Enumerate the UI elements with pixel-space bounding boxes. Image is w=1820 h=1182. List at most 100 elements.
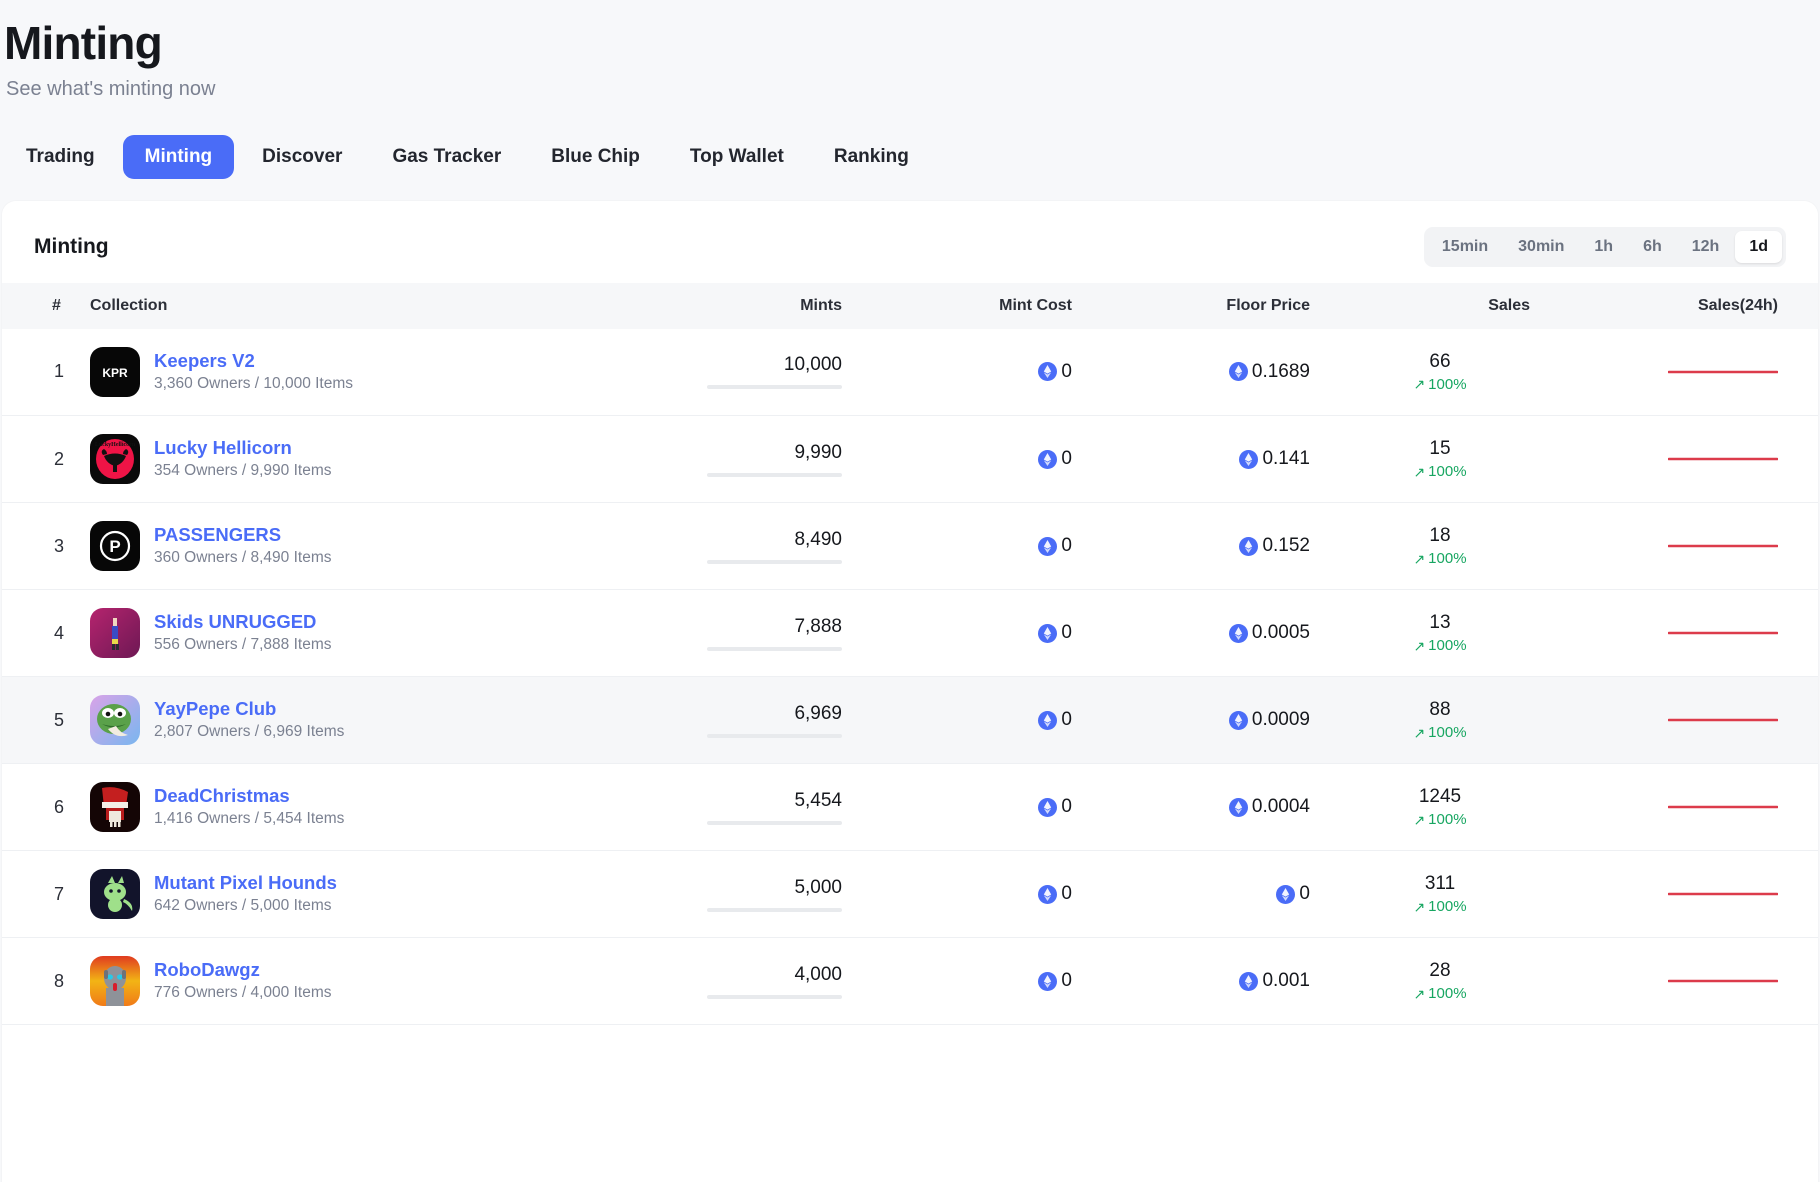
row-mints-cell: 5,454 [610, 764, 890, 851]
ethereum-icon [1229, 711, 1248, 730]
column-header-mint-cost[interactable]: Mint Cost [890, 283, 1120, 329]
row-mints-cell: 4,000 [610, 938, 890, 1025]
column-header-sales[interactable]: Sales [1350, 283, 1570, 329]
column-header-collection[interactable]: Collection [90, 283, 610, 329]
row-sales-24h-cell [1570, 590, 1818, 677]
table-row[interactable]: 1 KPR Keepers V2 3,360 Owners / 10,000 I… [2, 329, 1818, 416]
page-title: Minting [0, 18, 1820, 70]
mints-value: 6,969 [794, 703, 842, 725]
svg-text:LuckyHellicorn: LuckyHellicorn [95, 442, 136, 448]
collection-meta: 3,360 Owners / 10,000 Items [154, 375, 353, 394]
table-row[interactable]: 3 P PASSENGERS 360 Owners / 8,490 Items … [2, 503, 1818, 590]
range-button-30min[interactable]: 30min [1504, 231, 1578, 263]
row-sales-24h-cell [1570, 503, 1818, 590]
row-sales-cell: 28 ↗ 100% [1350, 938, 1570, 1025]
range-button-12h[interactable]: 12h [1678, 231, 1734, 263]
collection-name-link[interactable]: DeadChristmas [154, 785, 344, 807]
floor-price-value: 0.0009 [1252, 709, 1310, 731]
minting-table: # Collection Mints Mint Cost Floor Price… [2, 283, 1818, 1026]
ethereum-icon [1038, 972, 1057, 991]
row-collection-cell: DeadChristmas 1,416 Owners / 5,454 Items [90, 764, 610, 851]
column-header-sales-24h[interactable]: Sales(24h) [1570, 283, 1818, 329]
mints-progress-bar [707, 647, 842, 651]
collection-avatar-icon: P [90, 521, 140, 571]
tab-minting[interactable]: Minting [123, 135, 235, 179]
row-sales-24h-cell [1570, 851, 1818, 938]
floor-price-value: 0.152 [1262, 535, 1310, 557]
table-row[interactable]: 5 YayPepe Club 2,807 Owners / 6,969 Item… [2, 677, 1818, 764]
sales-value: 66 [1429, 351, 1450, 373]
collection-name-link[interactable]: PASSENGERS [154, 524, 331, 546]
mint-cost-value: 0 [1061, 883, 1072, 905]
mints-progress-bar [707, 560, 842, 564]
tab-discover[interactable]: Discover [240, 135, 364, 179]
collection-avatar-icon [90, 608, 140, 658]
mints-progress-bar [707, 908, 842, 912]
column-header-mints[interactable]: Mints [610, 283, 890, 329]
row-rank: 4 [2, 590, 90, 677]
column-header-rank[interactable]: # [2, 283, 90, 329]
tab-trading[interactable]: Trading [4, 135, 117, 179]
mints-value: 9,990 [794, 442, 842, 464]
table-row[interactable]: 7 Mutant Pixel Hounds 642 Owners / 5,000… [2, 851, 1818, 938]
row-rank: 2 [2, 416, 90, 503]
table-row[interactable]: 2 LuckyHellicorn Lucky Hellicorn 354 Own… [2, 416, 1818, 503]
arrow-up-icon: ↗ [1413, 813, 1425, 827]
collection-avatar-icon: KPR [90, 347, 140, 397]
tab-ranking[interactable]: Ranking [812, 135, 931, 179]
range-button-1h[interactable]: 1h [1580, 231, 1627, 263]
mints-progress-bar [707, 385, 842, 389]
sales-value: 18 [1429, 525, 1450, 547]
row-mints-cell: 6,969 [610, 677, 890, 764]
row-collection-cell: KPR Keepers V2 3,360 Owners / 10,000 Ite… [90, 329, 610, 416]
row-rank: 1 [2, 329, 90, 416]
row-rank: 5 [2, 677, 90, 764]
table-row[interactable]: 8 RoboDawgz 776 Owners / 4,000 Items [2, 938, 1818, 1025]
ethereum-icon [1229, 624, 1248, 643]
collection-name-link[interactable]: Skids UNRUGGED [154, 611, 331, 633]
mint-cost-value: 0 [1061, 361, 1072, 383]
collection-name-link[interactable]: RoboDawgz [154, 959, 331, 981]
row-mints-cell: 7,888 [610, 590, 890, 677]
row-mint-cost-cell: 0 [890, 851, 1120, 938]
arrow-up-icon: ↗ [1413, 726, 1425, 740]
row-sales-cell: 66 ↗ 100% [1350, 329, 1570, 416]
row-mints-cell: 5,000 [610, 851, 890, 938]
collection-name-link[interactable]: Keepers V2 [154, 350, 353, 372]
range-button-1d[interactable]: 1d [1735, 231, 1782, 263]
column-header-floor-price[interactable]: Floor Price [1120, 283, 1350, 329]
floor-price-value: 0.1689 [1252, 361, 1310, 383]
sales-change-value: 100% [1428, 637, 1466, 654]
tab-blue-chip[interactable]: Blue Chip [529, 135, 662, 179]
ethereum-icon [1229, 362, 1248, 381]
collection-name-link[interactable]: Mutant Pixel Hounds [154, 872, 337, 894]
table-row[interactable]: 6 DeadChristmas 1,416 Owners / 5,454 Ite… [2, 764, 1818, 851]
range-button-15min[interactable]: 15min [1428, 231, 1502, 263]
page-subtitle: See what's minting now [0, 78, 1820, 101]
row-floor-price-cell: 0 [1120, 851, 1350, 938]
minting-card: Minting 15min30min1h6h12h1d # Collection… [2, 201, 1818, 1182]
sales-value: 88 [1429, 699, 1450, 721]
collection-name-link[interactable]: Lucky Hellicorn [154, 437, 331, 459]
row-sales-cell: 18 ↗ 100% [1350, 503, 1570, 590]
row-mint-cost-cell: 0 [890, 416, 1120, 503]
row-mint-cost-cell: 0 [890, 677, 1120, 764]
row-floor-price-cell: 0.141 [1120, 416, 1350, 503]
time-range-selector[interactable]: 15min30min1h6h12h1d [1424, 227, 1786, 267]
range-button-6h[interactable]: 6h [1629, 231, 1676, 263]
mints-progress-bar [707, 995, 842, 999]
mints-progress-bar [707, 473, 842, 477]
row-sales-24h-cell [1570, 938, 1818, 1025]
collection-name-link[interactable]: YayPepe Club [154, 698, 344, 720]
tab-gas-tracker[interactable]: Gas Tracker [370, 135, 523, 179]
row-rank: 3 [2, 503, 90, 590]
mint-cost-value: 0 [1061, 796, 1072, 818]
table-body: 1 KPR Keepers V2 3,360 Owners / 10,000 I… [2, 329, 1818, 1025]
card-title: Minting [34, 235, 109, 259]
arrow-up-icon: ↗ [1413, 377, 1425, 391]
mints-progress-bar [707, 734, 842, 738]
table-row[interactable]: 4 Skids UNRUGGED 556 Owners / 7,888 Item… [2, 590, 1818, 677]
mint-cost-value: 0 [1061, 970, 1072, 992]
sales-change-value: 100% [1428, 376, 1466, 393]
tab-top-wallet[interactable]: Top Wallet [668, 135, 806, 179]
